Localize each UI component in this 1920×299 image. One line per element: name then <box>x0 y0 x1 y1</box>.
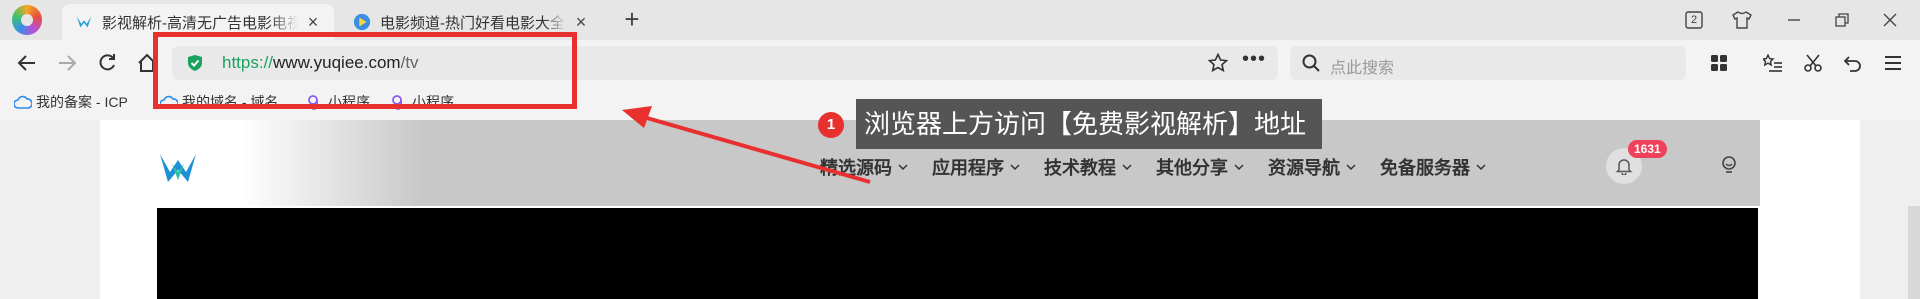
nav-item[interactable]: 免备服务器 <box>1380 154 1486 180</box>
tab-count-button[interactable]: 2 <box>1680 6 1708 34</box>
search-placeholder: 点此搜索 <box>1330 60 1395 77</box>
new-tab-button[interactable]: + <box>618 6 646 34</box>
tab-title: 电影频道-热门好看电影大全 <box>380 14 565 32</box>
close-tab-icon[interactable]: × <box>304 12 322 32</box>
nav-item[interactable]: 精选源码 <box>820 154 908 180</box>
bookmark-star-icon[interactable] <box>1207 52 1229 73</box>
nav-item[interactable]: 技术教程 <box>1044 154 1132 180</box>
shirt-skin-icon[interactable] <box>1728 6 1756 34</box>
user-icon[interactable] <box>1718 154 1740 176</box>
search-icon <box>1302 54 1320 72</box>
nav-item[interactable]: 资源导航 <box>1268 154 1356 180</box>
apps-grid-icon[interactable] <box>1704 48 1734 78</box>
restore-icon[interactable] <box>1828 6 1856 34</box>
chevron-down-icon <box>1010 164 1020 171</box>
cloud-icon <box>14 93 32 111</box>
nav-item[interactable]: 应用程序 <box>932 154 1020 180</box>
undo-icon[interactable] <box>1838 48 1868 78</box>
favorites-list-icon[interactable] <box>1758 48 1788 78</box>
chevron-down-icon <box>898 164 908 171</box>
chevron-down-icon <box>1476 164 1486 171</box>
nav-label: 精选源码 <box>820 158 892 178</box>
nav-label: 技术教程 <box>1044 158 1116 178</box>
nav-label: 资源导航 <box>1268 158 1340 178</box>
address-highlight-box <box>153 32 577 109</box>
chevron-down-icon <box>1122 164 1132 171</box>
minimize-icon[interactable] <box>1780 6 1808 34</box>
tab-count-label: 2 <box>1690 14 1698 26</box>
notification-count-badge: 1631 <box>1628 140 1667 158</box>
site-logo-icon[interactable] <box>158 150 198 186</box>
step-number-badge: 1 <box>818 112 844 138</box>
chevron-down-icon <box>1346 164 1356 171</box>
video-player[interactable] <box>157 208 1758 299</box>
reload-icon[interactable] <box>92 48 122 78</box>
bookmark-label: 我的备案 - ICP <box>36 94 128 110</box>
close-window-icon[interactable] <box>1876 6 1904 34</box>
browser-logo-icon[interactable] <box>12 5 42 35</box>
tab-title: 影视解析-高清无广告电影电视 <box>102 14 298 32</box>
scrollbar[interactable] <box>1908 206 1920 299</box>
more-options-icon[interactable]: ••• <box>1242 48 1266 71</box>
scissors-icon[interactable] <box>1798 48 1828 78</box>
site-bird-icon <box>74 12 94 32</box>
close-tab-icon[interactable]: × <box>572 12 590 32</box>
annotation-callout: 浏览器上方访问【免费影视解析】地址 <box>856 99 1323 149</box>
back-icon[interactable] <box>12 48 42 78</box>
video-play-icon <box>352 12 372 32</box>
site-nav: 精选源码 应用程序 技术教程 其他分享 资源导航 免备服务器 <box>820 154 1486 180</box>
forward-icon[interactable] <box>52 48 82 78</box>
bookmark-item[interactable]: 我的备案 - ICP <box>14 92 128 112</box>
nav-label: 其他分享 <box>1156 158 1228 178</box>
chevron-down-icon <box>1234 164 1244 171</box>
menu-icon[interactable] <box>1878 48 1908 78</box>
search-input[interactable]: 点此搜索 <box>1290 46 1686 80</box>
nav-label: 应用程序 <box>932 158 1004 178</box>
nav-label: 免备服务器 <box>1380 158 1470 178</box>
nav-item[interactable]: 其他分享 <box>1156 154 1244 180</box>
